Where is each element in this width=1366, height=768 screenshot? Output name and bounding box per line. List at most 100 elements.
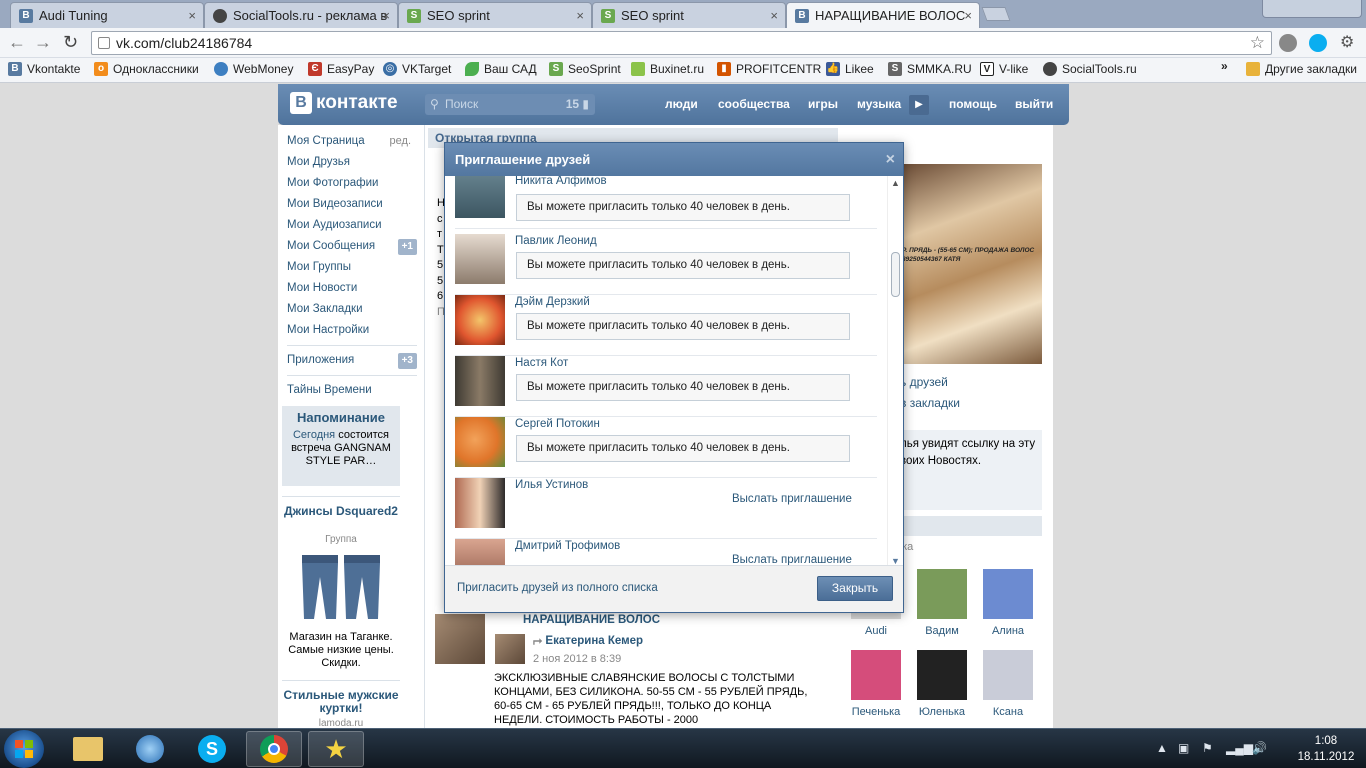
avatar[interactable] [455, 176, 505, 218]
media-player-taskbar-button[interactable] [122, 731, 178, 767]
tray-device-icon[interactable]: ▣ [1178, 741, 1189, 755]
play-icon[interactable]: ▶ [909, 95, 929, 115]
skype-extension-icon[interactable] [1309, 34, 1327, 52]
group-cover-photo[interactable]: Р. ПРЯДЬ - (55-65 СМ); ПРОДАЖА ВОЛОС 892… [900, 164, 1042, 364]
close-icon[interactable]: × [964, 8, 972, 23]
star-icon[interactable]: ☆ [1250, 32, 1265, 54]
member-pechenka[interactable]: Печенька [844, 650, 908, 718]
nav-help[interactable]: помощь [949, 97, 997, 111]
friend-name[interactable]: Никита Алфимов [515, 176, 607, 187]
bookmarks-more-button[interactable]: » [1221, 59, 1228, 73]
post-author[interactable]: ⮣ Екатерина Кемер [533, 635, 643, 648]
nav-music[interactable]: музыка [857, 97, 901, 111]
bookmark-seosprint[interactable]: S SeoSprint [549, 62, 621, 76]
forward-icon[interactable]: → [34, 32, 52, 53]
vk-search-input[interactable]: ⚲ Поиск 15 ▮ [425, 94, 595, 115]
system-clock[interactable]: 1:08 18.11.2012 [1296, 733, 1356, 765]
close-icon[interactable]: × [886, 143, 895, 176]
chrome-taskbar-button[interactable] [246, 731, 302, 767]
tab-audi-tuning[interactable]: В Audi Tuning × [10, 2, 204, 28]
tab-seo-sprint-1[interactable]: S SEO sprint × [398, 2, 592, 28]
back-icon[interactable]: ← [8, 32, 26, 53]
close-icon[interactable]: × [188, 8, 196, 23]
other-bookmarks-folder[interactable]: Другие закладки [1246, 62, 1357, 76]
bookmark-vktarget[interactable]: ◎ VKTarget [383, 62, 451, 76]
post-group-name[interactable]: НАРАЩИВАНИЕ ВОЛОС [523, 614, 660, 626]
send-invite-link[interactable]: Выслать приглашение [732, 493, 852, 505]
dialog-scrollbar[interactable]: ▲ ▼ [887, 176, 903, 567]
extension-globe-icon[interactable] [1279, 34, 1297, 52]
avatar[interactable] [455, 478, 505, 528]
scroll-up-icon[interactable]: ▲ [891, 178, 900, 188]
menu-friends[interactable]: Мои Друзья [287, 152, 417, 173]
tab-seo-sprint-2[interactable]: S SEO sprint × [592, 2, 786, 28]
bookmark-profitcentr[interactable]: ▮ PROFITCENTR [717, 62, 821, 76]
menu-news[interactable]: Мои Новости [287, 278, 417, 299]
avatar[interactable] [455, 234, 505, 284]
close-icon[interactable]: × [576, 8, 584, 23]
nav-communities[interactable]: сообщества [718, 97, 790, 111]
bookmark-likee[interactable]: 👍 Likee [826, 62, 874, 76]
menu-videos[interactable]: Мои Видеозаписи [287, 194, 417, 215]
bookmark-vash-sad[interactable]: Ваш САД [465, 62, 537, 76]
add-bookmarks-link[interactable]: в закладки [900, 396, 960, 410]
member-alina[interactable]: Алина [976, 569, 1040, 637]
new-tab-button[interactable] [981, 7, 1011, 21]
invite-friends-link[interactable]: ь друзей [900, 375, 948, 389]
nav-games[interactable]: игры [808, 97, 838, 111]
menu-apps[interactable]: Приложения +3 [287, 350, 417, 371]
windows-start-button[interactable] [4, 730, 44, 768]
vk-logo[interactable]: Вконтакте [290, 92, 398, 114]
wrench-icon[interactable]: ⚙ [1340, 32, 1354, 52]
bookmark-vlike[interactable]: V V-like [980, 62, 1028, 76]
friend-name[interactable]: Дмитрий Трофимов [515, 540, 620, 552]
group-avatar[interactable] [435, 614, 485, 664]
window-controls[interactable] [1262, 0, 1362, 18]
member-ksana[interactable]: Ксана [976, 650, 1040, 718]
ad-title-jackets[interactable]: Стильные мужские куртки! [282, 689, 400, 715]
bookmark-buxinet[interactable]: Buxinet.ru [631, 62, 704, 76]
close-icon[interactable]: × [770, 8, 778, 23]
reload-icon[interactable]: ↻ [63, 32, 78, 53]
invite-from-full-list-link[interactable]: Пригласить друзей из полного списка [457, 582, 658, 594]
close-icon[interactable]: × [382, 8, 390, 23]
author-avatar[interactable] [495, 634, 525, 664]
menu-app-time-secrets[interactable]: Тайны Времени [287, 380, 417, 401]
reminder-box[interactable]: Напоминание Сегодня состоится встреча GA… [282, 406, 400, 486]
friend-name[interactable]: Павлик Леонид [515, 235, 597, 247]
address-bar[interactable]: vk.com/club24186784 ☆ [91, 31, 1272, 55]
bookmark-socialtools[interactable]: SocialTools.ru [1043, 62, 1137, 76]
avatar[interactable] [455, 295, 505, 345]
menu-bookmarks[interactable]: Мои Закладки [287, 299, 417, 320]
menu-messages[interactable]: Мои Сообщения +1 [287, 236, 417, 257]
network-icon[interactable]: ▂▄▆ [1226, 741, 1253, 755]
explorer-taskbar-button[interactable] [60, 731, 116, 767]
bookmark-easypay[interactable]: Є EasyPay [308, 62, 374, 76]
friend-name[interactable]: Илья Устинов [515, 479, 588, 491]
menu-audio[interactable]: Мои Аудиозаписи [287, 215, 417, 236]
avatar[interactable] [455, 417, 505, 467]
skype-taskbar-button[interactable]: S [184, 731, 240, 767]
jeans-ad-image[interactable] [300, 555, 384, 621]
tray-flag-icon[interactable]: ⚑ [1202, 741, 1213, 755]
tray-expand-icon[interactable]: ▲ [1156, 741, 1168, 755]
avatar[interactable] [455, 539, 505, 567]
friend-name[interactable]: Дэйм Дерзкий [515, 296, 590, 308]
bookmark-odnoklassniki[interactable]: о Одноклассники [94, 62, 199, 76]
bookmark-webmoney[interactable]: WebMoney [214, 62, 293, 76]
menu-photos[interactable]: Мои Фотографии [287, 173, 417, 194]
scroll-thumb[interactable] [891, 252, 900, 297]
bookmark-vkontakte[interactable]: В Vkontakte [8, 62, 80, 76]
menu-settings[interactable]: Мои Настройки [287, 320, 417, 341]
member-yulenka[interactable]: Юленька [910, 650, 974, 718]
avatar[interactable] [455, 356, 505, 406]
friend-name[interactable]: Настя Кот [515, 357, 568, 369]
menu-groups[interactable]: Мои Группы [287, 257, 417, 278]
star-app-taskbar-button[interactable]: ★ [308, 731, 364, 767]
menu-my-page[interactable]: Моя Страница ред. [287, 131, 417, 152]
nav-people[interactable]: люди [665, 97, 698, 111]
close-button[interactable]: Закрыть [817, 576, 893, 601]
friend-name[interactable]: Сергей Потокин [515, 418, 600, 430]
volume-icon[interactable]: 🔊 [1252, 741, 1267, 755]
edit-link[interactable]: ред. [390, 131, 411, 152]
